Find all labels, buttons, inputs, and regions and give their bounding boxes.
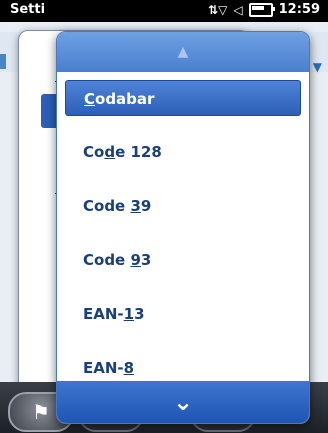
status-title: Setti bbox=[10, 2, 46, 17]
status-bar: Setti ⇅▽ ◁ 12:59 bbox=[0, 0, 328, 22]
background-chevron-icon: ▼ bbox=[312, 60, 322, 74]
chevron-up-icon: ▲ bbox=[177, 44, 189, 60]
list-item[interactable]: Codabar bbox=[65, 80, 301, 116]
barcode-type-popup: ▲ Codabar Code 128 Code 39 Code 93 EAN-1… bbox=[56, 31, 310, 424]
chevron-down-icon: ⌄ bbox=[172, 388, 194, 416]
status-time: 12:59 bbox=[278, 2, 320, 17]
list-item[interactable]: Code 93 bbox=[65, 242, 301, 278]
scroll-up-button[interactable]: ▲ bbox=[57, 32, 309, 72]
background-edge bbox=[0, 54, 6, 69]
signal-icon: ⇅▽ bbox=[208, 2, 228, 17]
scroll-down-button[interactable]: ⌄ bbox=[57, 381, 309, 423]
list-item[interactable]: Code 128 bbox=[65, 134, 301, 170]
volume-icon: ◁ bbox=[233, 2, 243, 17]
list-item[interactable]: EAN-13 bbox=[65, 296, 301, 332]
list-item[interactable]: Code 39 bbox=[65, 188, 301, 224]
status-icons: ⇅▽ ◁ 12:59 bbox=[208, 2, 320, 17]
battery-icon bbox=[248, 2, 275, 17]
